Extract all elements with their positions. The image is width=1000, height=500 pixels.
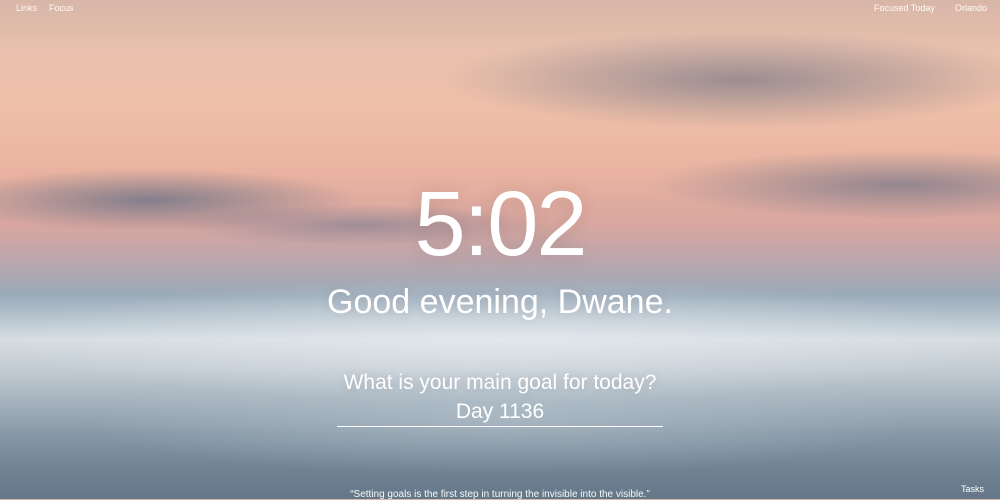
- links-button[interactable]: Links: [16, 3, 37, 13]
- quote[interactable]: “Setting goals is the first step in turn…: [0, 489, 1000, 500]
- main-goal-input[interactable]: [337, 398, 663, 427]
- greeting: Good evening, Dwane.: [327, 283, 673, 321]
- focused-today-button[interactable]: Focused Today: [874, 3, 935, 13]
- main-goal-question: What is your main goal for today?: [343, 371, 657, 394]
- clock: 5:02: [414, 173, 587, 275]
- tasks-button[interactable]: Tasks: [961, 484, 984, 494]
- focus-button[interactable]: Focus: [49, 3, 74, 13]
- weather-location[interactable]: Orlando: [955, 3, 987, 13]
